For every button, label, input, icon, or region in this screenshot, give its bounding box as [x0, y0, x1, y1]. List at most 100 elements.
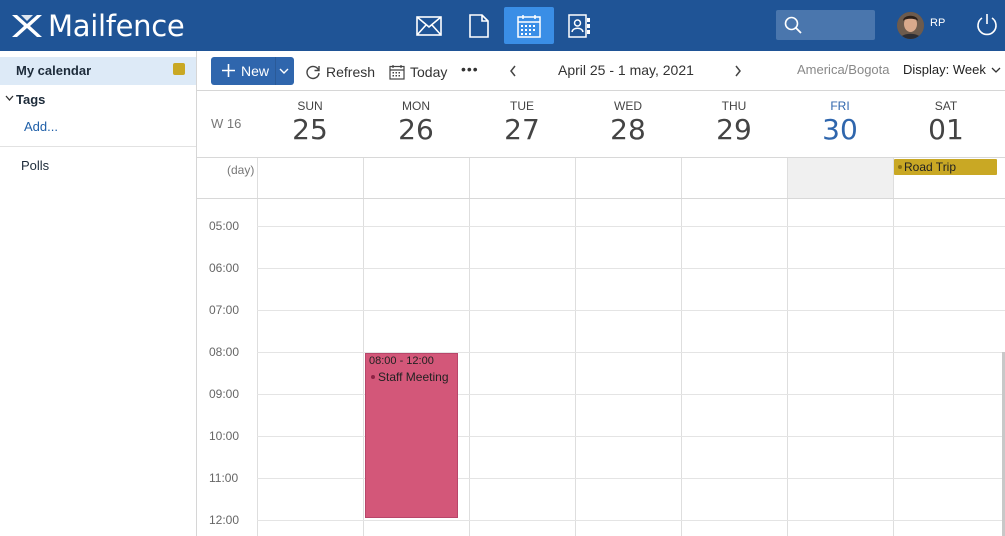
day-date: 30	[822, 113, 858, 146]
today-column-allday	[787, 158, 893, 198]
day-date: 01	[928, 113, 964, 146]
today-label: Today	[410, 64, 448, 80]
week-calendar-grid: W 16 SUN 25 MON 26 TUE 27 WED 28 THU 29 …	[197, 91, 1005, 536]
time-label: 09:00	[209, 387, 240, 401]
event-title: Staff Meeting	[378, 370, 449, 384]
next-week-icon[interactable]	[734, 64, 742, 78]
event-dot-icon	[371, 375, 375, 379]
divider	[363, 199, 364, 536]
day-name: THU	[721, 99, 747, 113]
chevron-down-icon	[991, 67, 1001, 73]
add-tag-link[interactable]: Add...	[24, 119, 58, 134]
top-bar: Mailfence RP	[0, 0, 1005, 51]
event-road-trip[interactable]: Road Trip	[894, 159, 997, 175]
divider	[257, 199, 258, 536]
contacts-app-button[interactable]	[554, 7, 604, 44]
divider	[197, 198, 1005, 199]
documents-icon	[469, 13, 489, 38]
contacts-icon	[568, 13, 590, 38]
time-label: 11:00	[209, 471, 239, 485]
mail-app-button[interactable]	[404, 7, 454, 44]
sidebar-item-my-calendar[interactable]: My calendar	[0, 57, 196, 85]
more-options-button[interactable]: •••	[461, 59, 479, 79]
sidebar-item-polls[interactable]: Polls	[21, 158, 49, 173]
chevron-down-icon[interactable]	[279, 67, 289, 75]
event-staff-meeting[interactable]: 08:00 - 12:00 Staff Meeting	[365, 353, 458, 518]
divider	[575, 199, 576, 536]
week-number: W 16	[211, 116, 242, 131]
day-name: MON	[402, 99, 430, 113]
tags-label: Tags	[16, 92, 46, 107]
documents-app-button[interactable]	[454, 7, 504, 44]
divider	[575, 158, 576, 198]
day-name: SAT	[934, 99, 958, 113]
time-label: 06:00	[209, 261, 240, 275]
divider	[363, 158, 364, 198]
day-name: WED	[614, 99, 642, 113]
day-date: 27	[504, 113, 540, 146]
new-button-label: New	[241, 63, 270, 79]
sidebar-item-label: My calendar	[16, 63, 92, 78]
refresh-button[interactable]: Refresh	[305, 62, 375, 82]
time-label: 05:00	[209, 219, 240, 233]
day-header-tue[interactable]: TUE 27	[469, 91, 575, 157]
divider	[257, 158, 258, 198]
divider	[469, 158, 470, 198]
day-name: FRI	[830, 99, 850, 113]
hour-line	[257, 520, 1005, 521]
refresh-label: Refresh	[326, 64, 376, 80]
day-header-mon[interactable]: MON 26	[363, 91, 469, 157]
timezone-label[interactable]: America/Bogota	[797, 62, 890, 77]
time-label: 10:00	[209, 429, 240, 443]
divider	[681, 199, 682, 536]
time-label: 12:00	[209, 513, 240, 527]
allday-label: (day)	[227, 163, 255, 177]
calendar-color-swatch[interactable]	[173, 63, 185, 75]
time-label: 07:00	[209, 303, 240, 317]
event-time: 08:00 - 12:00	[369, 355, 434, 367]
brand[interactable]: Mailfence	[10, 8, 185, 44]
divider	[787, 199, 788, 536]
day-date: 26	[398, 113, 434, 146]
user-photo-icon	[897, 12, 924, 39]
day-header-sun[interactable]: SUN 25	[257, 91, 363, 157]
day-name: TUE	[510, 99, 534, 113]
hour-line	[257, 226, 1005, 227]
display-mode-label: Display: Week	[903, 62, 986, 77]
mailfence-logo-icon	[12, 15, 42, 37]
previous-week-icon[interactable]	[509, 64, 517, 78]
event-title: Road Trip	[904, 160, 957, 174]
power-icon[interactable]	[975, 12, 999, 38]
day-header-wed[interactable]: WED 28	[575, 91, 681, 157]
user-initials[interactable]: RP	[930, 17, 945, 29]
today-button[interactable]: Today	[389, 62, 447, 82]
calendar-small-icon	[389, 65, 405, 80]
divider	[787, 158, 788, 198]
day-date: 28	[610, 113, 646, 146]
avatar[interactable]	[897, 12, 924, 39]
calendar-toolbar: New Refresh Today ••• April 25 - 1 may, …	[197, 51, 1005, 91]
hour-line	[257, 268, 1005, 269]
mail-icon	[416, 15, 442, 36]
divider	[275, 57, 276, 85]
display-mode-select[interactable]: Display: Week	[903, 62, 1001, 77]
day-header-sat[interactable]: SAT 01	[893, 91, 999, 157]
date-range-label: April 25 - 1 may, 2021	[558, 62, 694, 78]
divider	[469, 199, 470, 536]
sidebar-tags-section[interactable]: Tags	[0, 89, 196, 111]
plus-icon	[222, 64, 235, 77]
divider	[0, 146, 196, 147]
chevron-down-icon[interactable]	[5, 94, 14, 102]
search-input[interactable]	[776, 10, 875, 40]
day-date: 29	[716, 113, 752, 146]
new-button[interactable]: New	[211, 57, 294, 85]
day-header-fri[interactable]: FRI 30	[787, 91, 893, 157]
day-date: 25	[292, 113, 328, 146]
sidebar: My calendar Tags Add... Polls	[0, 51, 197, 536]
calendar-icon	[517, 14, 541, 38]
divider	[893, 199, 894, 536]
search-icon	[784, 16, 802, 34]
event-dot-icon	[898, 165, 902, 169]
calendar-app-button[interactable]	[504, 7, 554, 44]
day-header-thu[interactable]: THU 29	[681, 91, 787, 157]
